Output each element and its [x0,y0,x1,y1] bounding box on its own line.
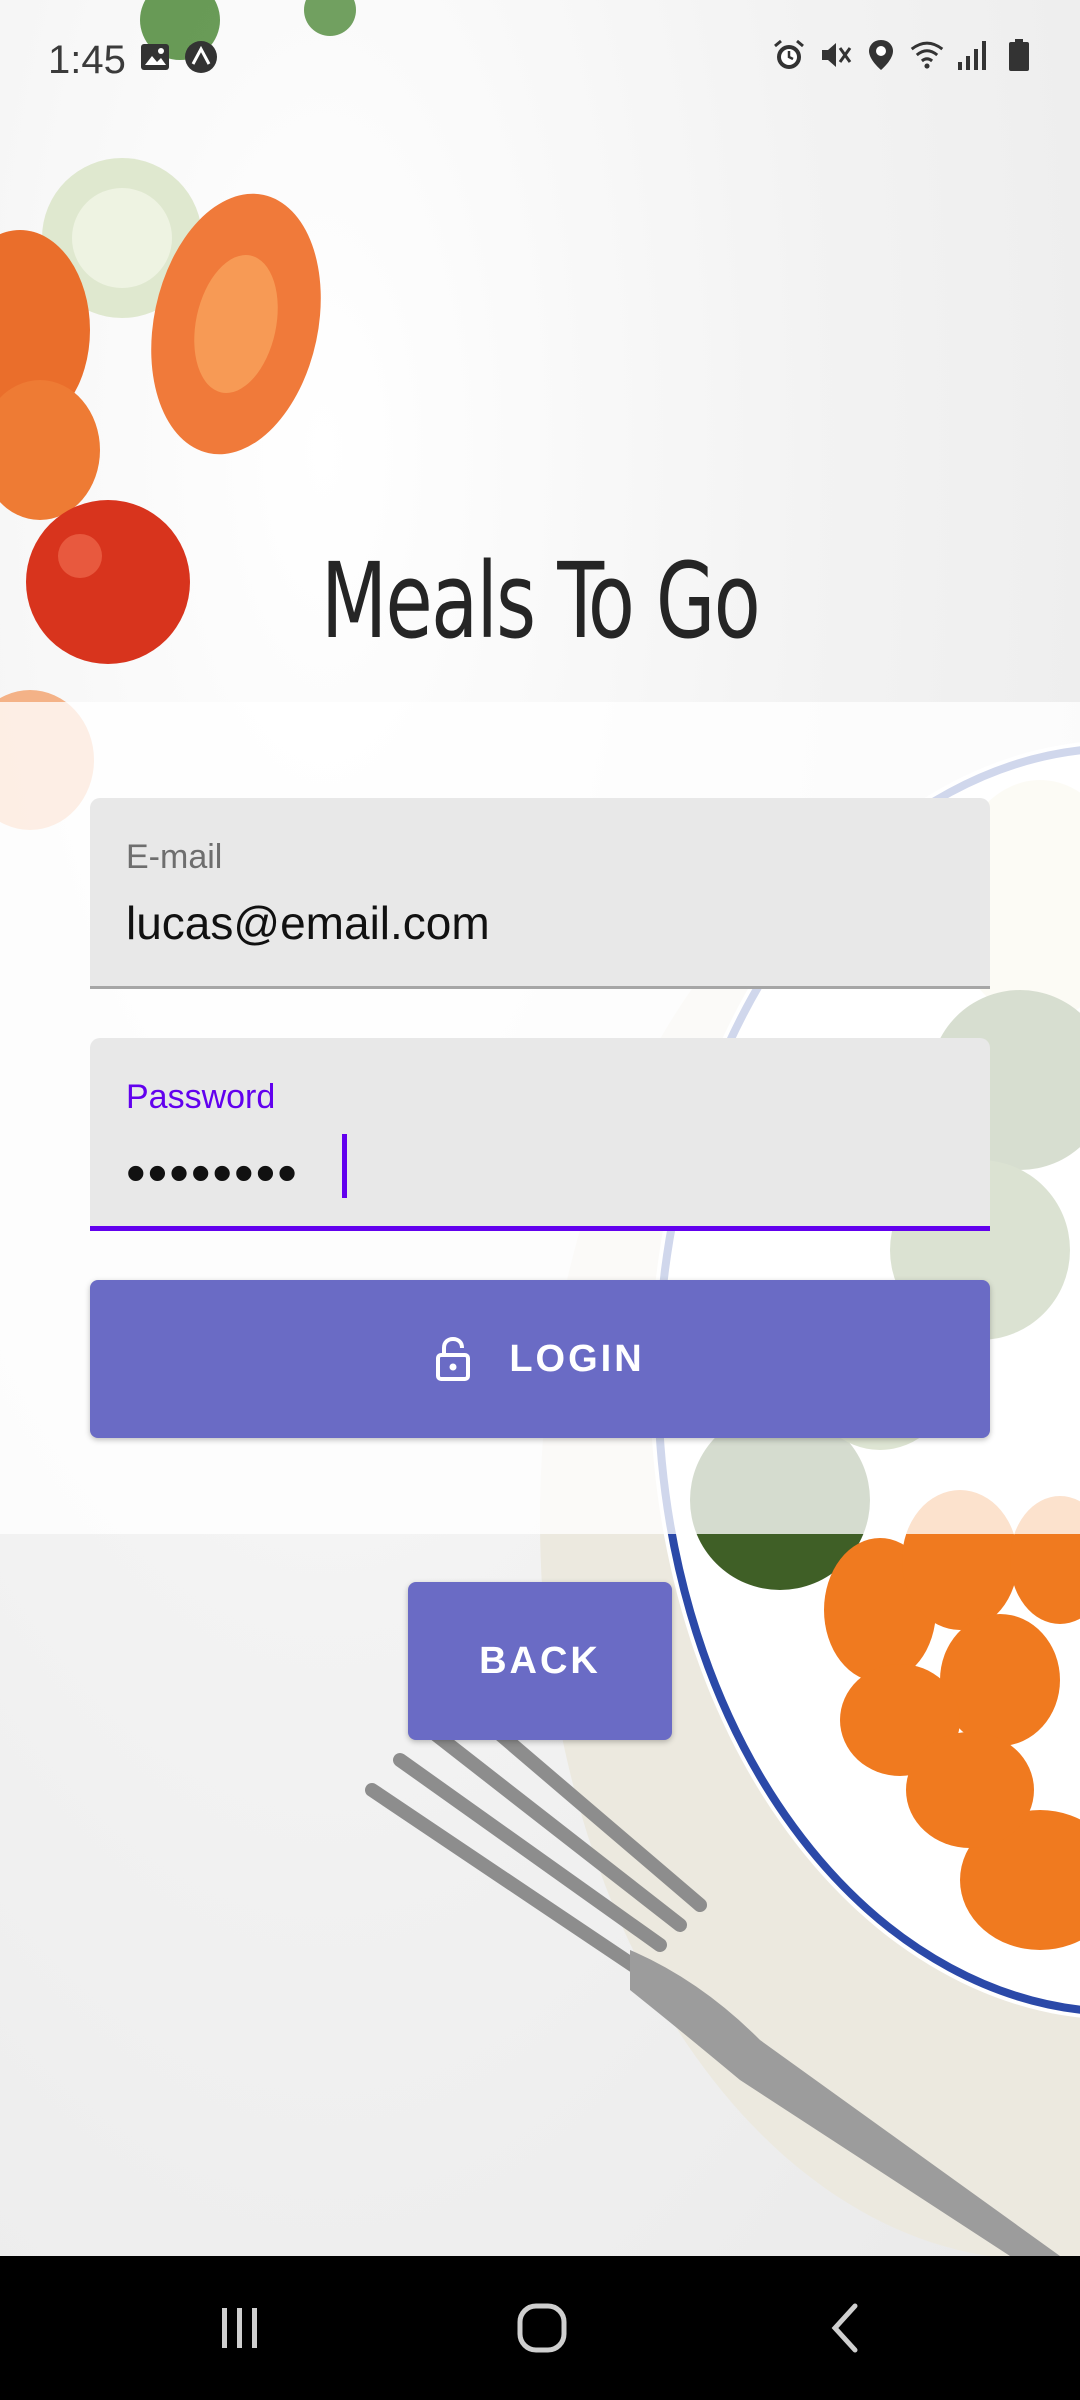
login-button[interactable]: LOGIN [90,1280,990,1438]
mute-icon [818,38,852,72]
location-icon [864,38,898,72]
battery-icon [1002,38,1036,72]
email-field[interactable]: E-mail [90,798,990,989]
alarm-icon [772,38,806,72]
password-field[interactable]: Password •••••••• [90,1038,990,1231]
status-bar: 1:45 [0,0,1080,120]
email-label: E-mail [126,838,223,876]
recents-icon[interactable] [180,2256,300,2400]
home-icon[interactable] [482,2256,602,2400]
signal-icon [956,38,990,72]
lock-open-icon [435,1337,471,1381]
text-cursor [342,1134,347,1198]
app-icon [184,40,218,74]
wifi-icon [910,38,944,72]
navigation-bar [0,2256,1080,2400]
email-input[interactable] [126,896,946,950]
back-icon[interactable] [784,2256,904,2400]
password-label: Password [126,1078,276,1116]
back-button-label: BACK [479,1639,601,1682]
back-button[interactable]: BACK [408,1582,672,1740]
status-time: 1:45 [48,38,126,82]
password-input[interactable]: •••••••• [126,1140,299,1205]
image-icon [138,40,172,74]
app-title: Meals To Go [320,540,761,662]
login-button-label: LOGIN [509,1337,645,1380]
login-screen: 1:45 Meals To Go E-mail lucas@email.com … [0,0,1080,2400]
